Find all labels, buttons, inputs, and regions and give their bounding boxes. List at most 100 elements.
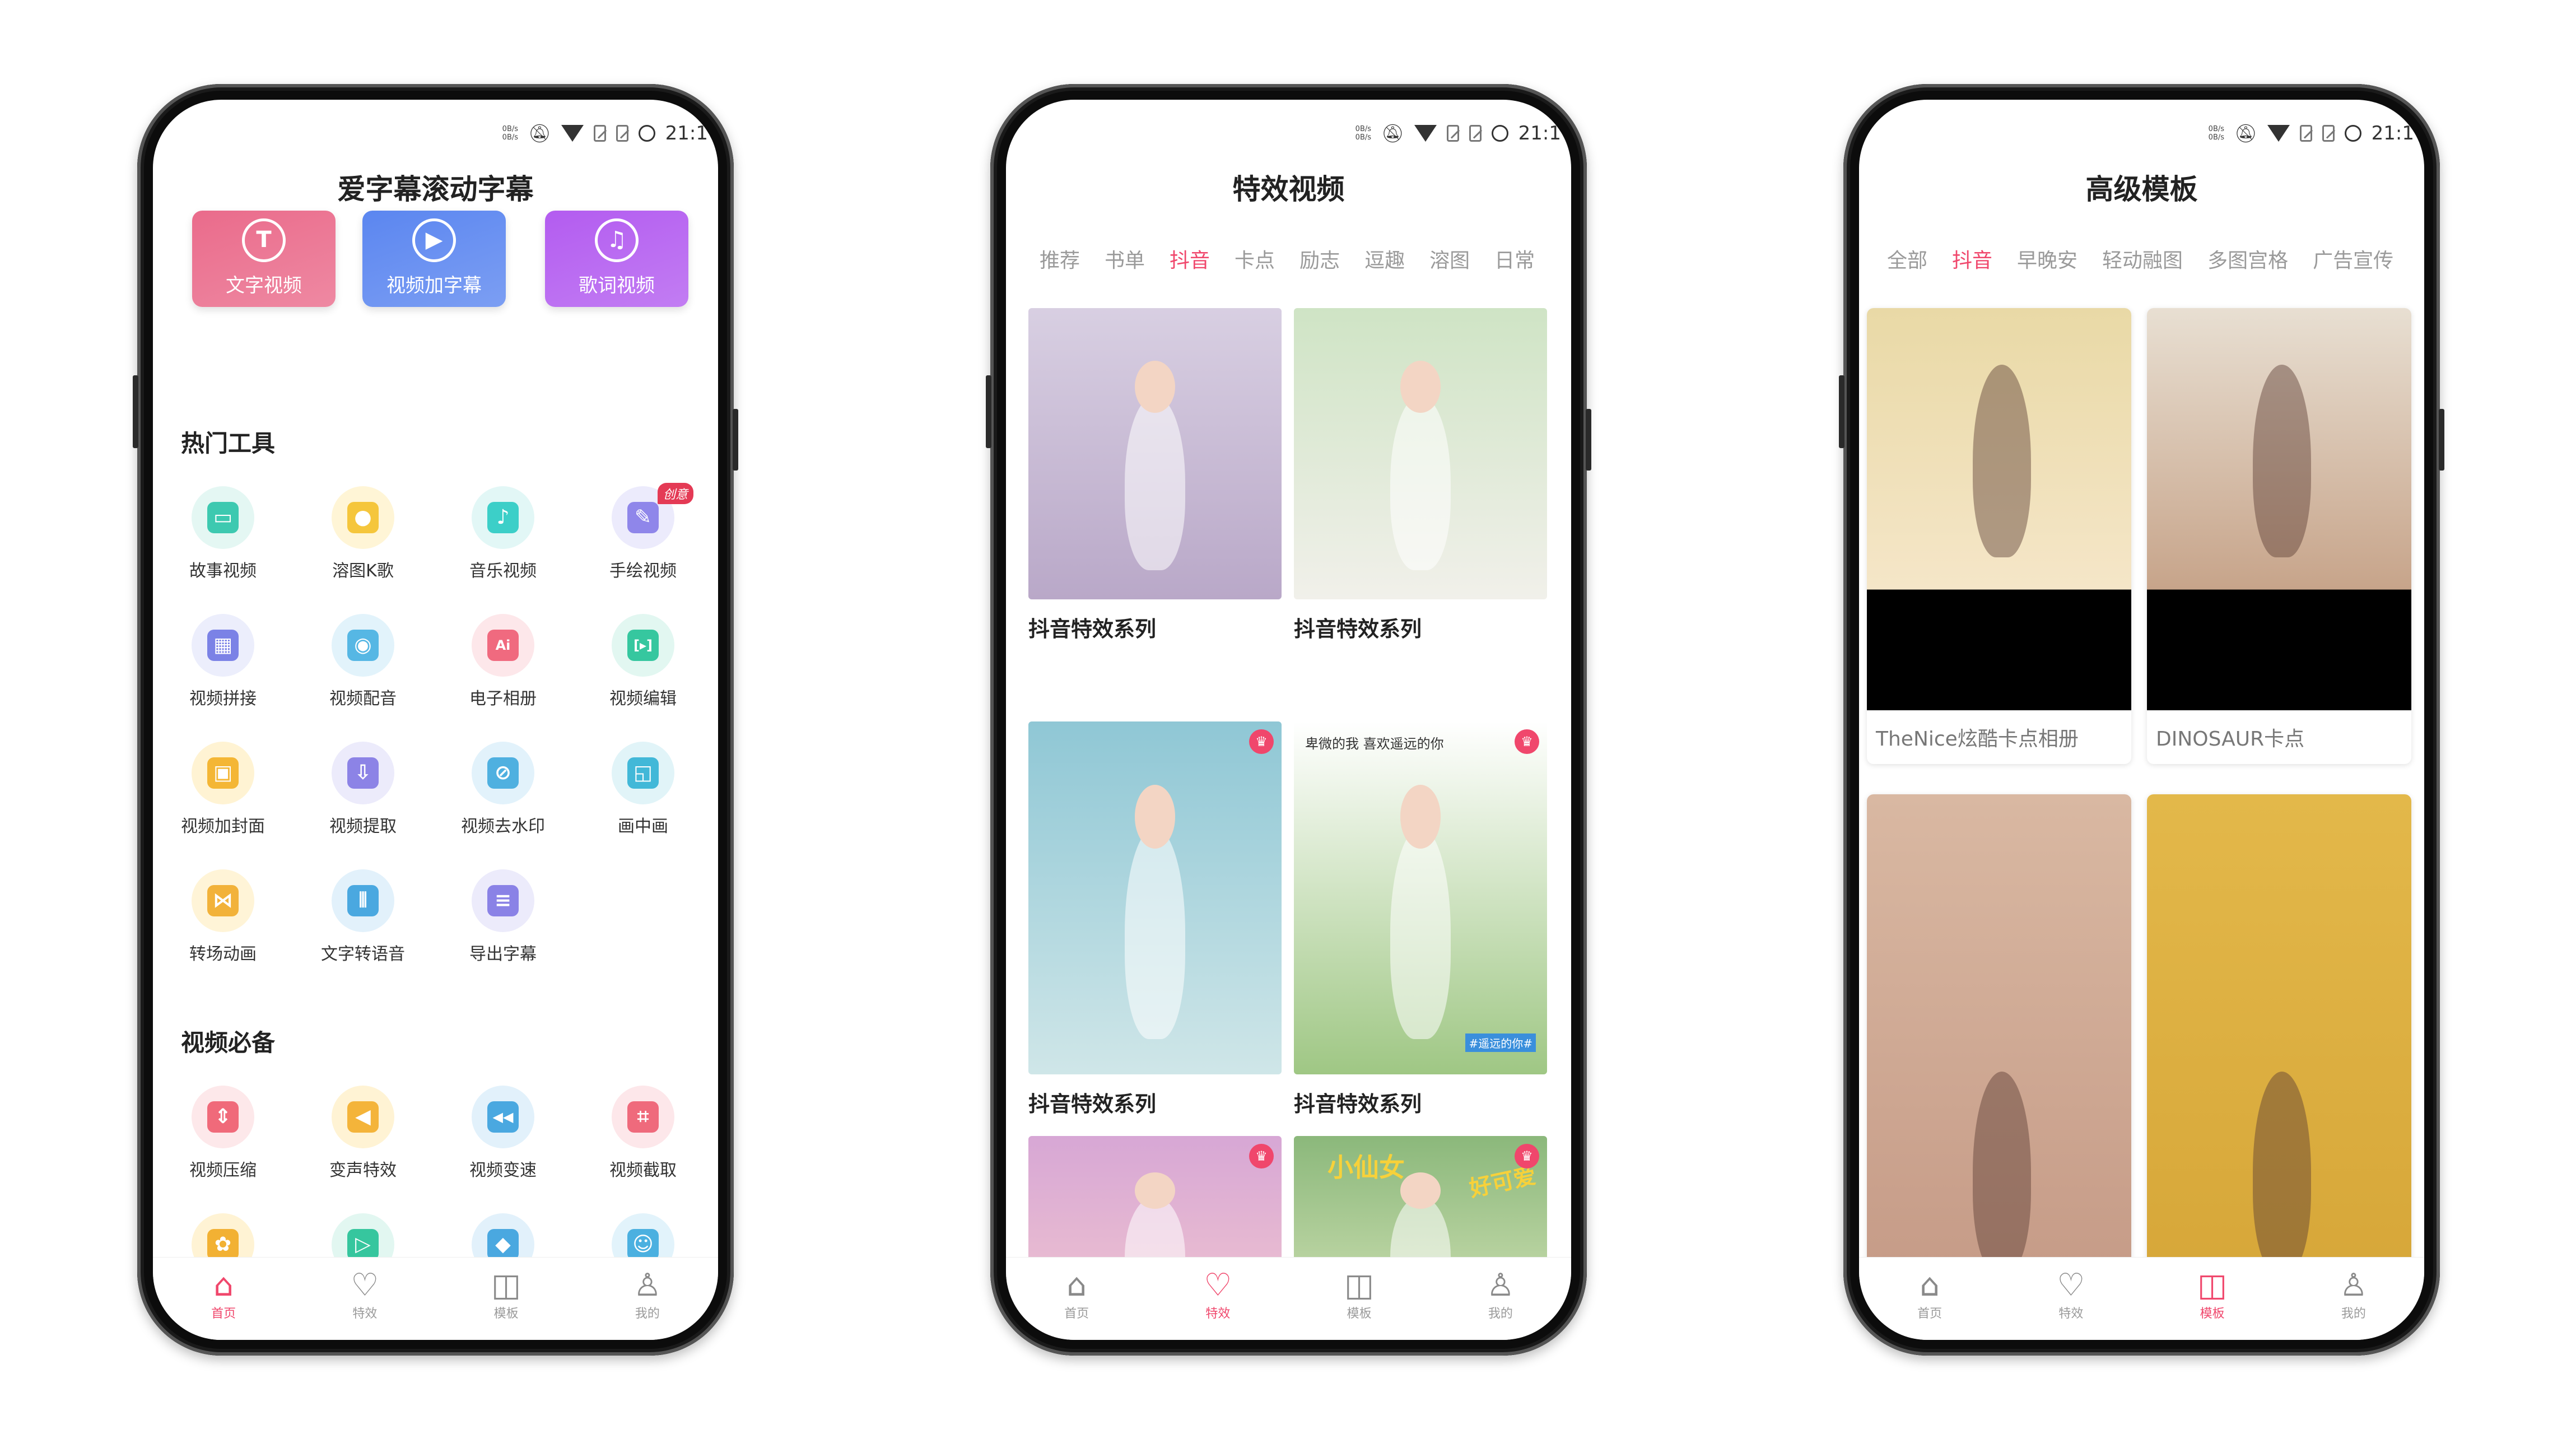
tool-pen[interactable]: ✎ 创意 手绘视频 [576,483,710,581]
feature-button-1[interactable]: ▶ 视频加字幕 [362,211,506,307]
tool-label: 音乐视频 [469,561,537,581]
sim-icon-2 [616,125,628,142]
category-tab-6[interactable]: 溶图 [1429,244,1470,278]
tool-image[interactable]: ▣ 视频加封面 [156,742,290,837]
tab-heart[interactable]: ♡ 特效 [2000,1258,2141,1340]
tool-microphone[interactable]: ◉ 视频配音 [296,614,430,709]
effect-card[interactable]: 卑微的我 喜欢遥远的你 #遥远的你# ♛ 抖音特效系列 [1294,721,1547,1118]
alarm-icon [2344,125,2361,142]
category-tab-2[interactable]: 抖音 [1170,244,1210,278]
category-tab-3[interactable]: 卡点 [1235,244,1275,278]
microphone-icon: ◉ [347,630,379,661]
tool-album-heart[interactable]: Ai 电子相册 [436,614,570,709]
effect-thumbnail: 卑微的我 喜欢遥远的你 #遥远的你# ♛ [1294,721,1547,1074]
tool-no-watermark[interactable]: ⊘ 视频去水印 [436,742,570,837]
tool-icon-bg: ◱ [612,742,674,804]
crown-icon: ♛ [1249,729,1274,754]
category-tab-0[interactable]: 全部 [1887,244,1927,278]
tool-icon-bg: ◉ [332,614,394,677]
portrait-head [1400,360,1441,413]
tool-label: 视频去水印 [461,817,545,836]
tool-label: 画中画 [618,817,668,836]
template-card[interactable]: TheNice炫酷卡点相册 [1867,308,2131,764]
portrait-figure [1390,827,1451,1039]
tab-home[interactable]: ⌂ 首页 [1006,1258,1147,1340]
tab-bag[interactable]: ◫ 模板 [1289,1258,1430,1340]
effect-card[interactable]: 抖音特效系列 [1294,308,1547,642]
crown-icon: ♛ [1515,729,1539,754]
tool-crop[interactable]: ⌗ 视频截取 [576,1086,710,1181]
portrait-figure [1390,395,1451,570]
tab-bag[interactable]: ◫ 模板 [436,1258,577,1340]
reverse-icon: ▷ [347,1229,379,1260]
tab-home[interactable]: ⌂ 首页 [1859,1258,2000,1340]
tool-grid[interactable]: ▦ 视频拼接 [156,614,290,709]
tab-person[interactable]: ♙ 我的 [577,1258,718,1340]
effect-caption: 抖音特效系列 [1294,1092,1422,1116]
category-tab-4[interactable]: 励志 [1299,244,1340,278]
template-card[interactable] [2147,794,2411,1298]
category-tab-2[interactable]: 早晚安 [2017,244,2077,278]
category-tab-1[interactable]: 抖音 [1952,244,1992,278]
feature-button-2[interactable]: ♫ 歌词视频 [545,211,688,307]
category-tab-0[interactable]: 推荐 [1040,244,1080,278]
category-tab-4[interactable]: 多图宫格 [2207,244,2288,278]
phone-frame-templates: 0B/s 0B/s 🔕︎ 21:1 高级模板 全部 抖音 早晚安 轻动融图 多图宫格 广告宣… [1839,84,2444,1356]
template-thumbnail [1867,308,2131,710]
power-button [1586,409,1591,471]
tool-download[interactable]: ⇩ 视频提取 [296,742,430,837]
tool-speaker[interactable]: ◀ 变声特效 [296,1086,430,1181]
no-watermark-icon: ⊘ [487,757,519,789]
overlay-text: 小仙女 [1327,1152,1405,1182]
tool-mic[interactable]: ● 溶图K歌 [296,486,430,581]
tab-heart[interactable]: ♡ 特效 [294,1258,435,1340]
mic-icon: ● [347,502,379,533]
heart-icon: ♡ [351,1267,379,1303]
tool-label: 视频压缩 [189,1161,257,1180]
portrait-figure [1124,827,1186,1039]
template-caption: DINOSAUR卡点 [2156,728,2305,751]
tool-transition[interactable]: ⋈ 转场动画 [156,869,290,965]
tab-home[interactable]: ⌂ 首页 [153,1258,294,1340]
template-card[interactable] [1867,794,2131,1298]
wifi-icon [1414,125,1437,142]
tool-pip[interactable]: ◱ 画中画 [576,742,710,837]
tab-person[interactable]: ♙ 我的 [1430,1258,1571,1340]
tool-edit-video[interactable]: [▸] 视频编辑 [576,614,710,709]
tab-label: 模板 [493,1307,519,1321]
tab-bag[interactable]: ◫ 模板 [2142,1258,2283,1340]
category-tab-7[interactable]: 日常 [1494,244,1535,278]
tool-music-video[interactable]: ♪ 音乐视频 [436,486,570,581]
edit-video-icon: [▸] [627,630,659,661]
tab-person[interactable]: ♙ 我的 [2283,1258,2424,1340]
grid-icon: ▦ [207,630,239,661]
tool-icon-bg: ▦ [192,614,254,677]
palette-icon: ◆ [487,1229,519,1260]
tab-label: 我的 [635,1307,660,1321]
speaker-icon: ◀ [347,1101,379,1133]
template-card[interactable]: DINOSAUR卡点 [2147,308,2411,764]
tab-heart[interactable]: ♡ 特效 [1147,1258,1288,1340]
category-tab-5[interactable]: 逗趣 [1364,244,1405,278]
effect-card[interactable]: ♛ 抖音特效系列 [1028,721,1282,1118]
feature-button-0[interactable]: T 文字视频 [192,211,336,307]
effect-card[interactable]: 抖音特效系列 [1028,308,1282,642]
home-icon: ⌂ [1920,1267,1940,1303]
transition-icon: ⋈ [207,885,239,916]
category-tab-3[interactable]: 轻动融图 [2102,244,2183,278]
tool-subtitle-list[interactable]: ≡ 导出字幕 [436,869,570,965]
tool-compress[interactable]: ⇕ 视频压缩 [156,1086,290,1181]
tool-rewind[interactable]: ◀◀ 视频变速 [436,1086,570,1181]
effect-caption: 抖音特效系列 [1028,1092,1157,1116]
tool-film[interactable]: ▭ 故事视频 [156,486,290,581]
portrait-head [1400,785,1441,849]
feature-label: 文字视频 [226,274,302,297]
volume-button [1839,375,1844,448]
tool-voice[interactable]: ⦀ 文字转语音 [296,869,430,965]
crop-icon: ⌗ [627,1101,659,1133]
category-tab-5[interactable]: 广告宣传 [2313,244,2393,278]
tool-icon-bg: ◀◀ [472,1086,534,1148]
category-tab-1[interactable]: 书单 [1105,244,1145,278]
mute-icon: 🔕︎ [1381,123,1404,144]
home-icon: ⌂ [213,1267,234,1303]
